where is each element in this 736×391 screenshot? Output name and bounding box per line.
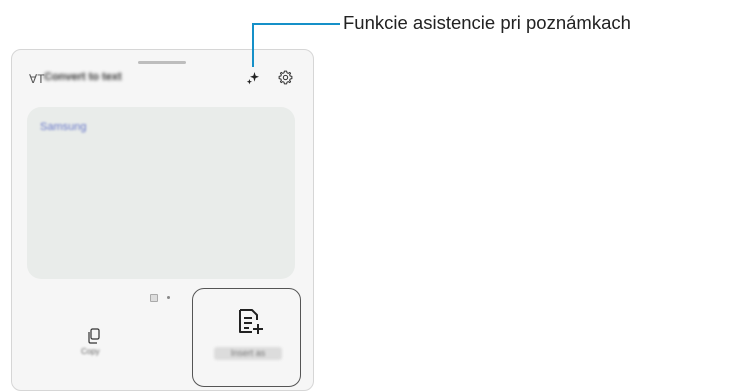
page-indicator-dot <box>167 296 170 299</box>
callout-label: Funkcie asistencie pri poznámkach <box>343 12 631 33</box>
copy-label: Copy <box>81 347 100 356</box>
page-indicator-current <box>150 294 158 302</box>
converted-text: Samsung <box>40 121 87 133</box>
callout-line-vertical <box>252 23 254 67</box>
drag-handle[interactable] <box>138 61 186 64</box>
copy-icon[interactable] <box>87 328 101 344</box>
callout-line-horizontal <box>252 23 340 25</box>
sparkle-icon[interactable] <box>246 71 260 85</box>
insert-as-label: Insert as <box>214 347 282 360</box>
handwriting-to-text-icon: ꓯT <box>29 72 45 86</box>
gear-icon[interactable] <box>278 70 293 85</box>
toolbar-title: Convert to text <box>44 71 122 83</box>
note-add-icon <box>239 309 263 334</box>
